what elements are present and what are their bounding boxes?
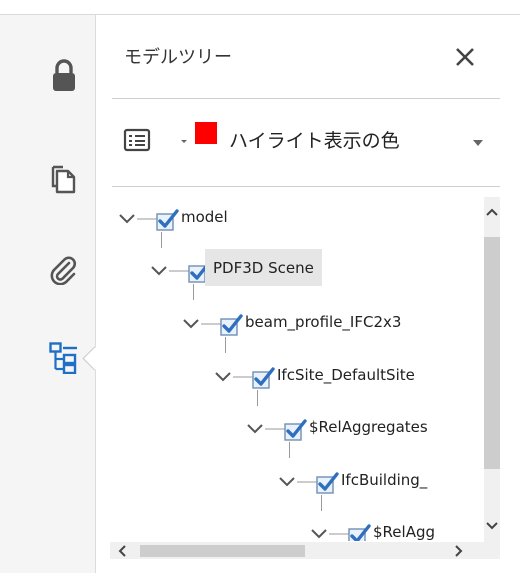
- paperclip-icon: [50, 256, 76, 285]
- lock-button[interactable]: [42, 54, 86, 98]
- highlight-color-label[interactable]: ハイライト表示の色: [229, 126, 400, 153]
- list-options-icon: [123, 128, 187, 152]
- tree-node-label: IfcSite_DefaultSite: [277, 366, 415, 384]
- chevron-down-icon[interactable]: [279, 477, 295, 487]
- tree-node-label: $RelAgg: [373, 523, 435, 541]
- model-tree-icon: [49, 342, 77, 374]
- chevron-down-icon[interactable]: [215, 372, 231, 382]
- vertical-scroll-thumb[interactable]: [484, 237, 500, 469]
- attachments-button[interactable]: [42, 248, 86, 292]
- chevron-down-icon[interactable]: [473, 140, 483, 146]
- highlight-color-swatch[interactable]: [195, 122, 217, 144]
- tree-node-label: beam_profile_IFC2x3: [245, 313, 402, 331]
- tree-options-button[interactable]: [122, 124, 192, 156]
- chevron-down-icon: [181, 140, 187, 143]
- tree-node-label: PDF3D Scene: [205, 249, 322, 286]
- horizontal-scroll-thumb[interactable]: [140, 545, 305, 557]
- scrollbar-corner: [484, 542, 500, 559]
- model-tree-button[interactable]: [42, 336, 86, 380]
- close-icon: [456, 48, 474, 66]
- checkbox-checked-icon[interactable]: [219, 313, 243, 337]
- chevron-down-icon[interactable]: [151, 266, 167, 276]
- header-divider: [112, 98, 500, 99]
- scroll-up-icon[interactable]: [486, 208, 498, 216]
- tree-node-label: $RelAggregates: [309, 418, 428, 436]
- tree-node-label: IfcBuilding_: [341, 471, 428, 489]
- chevron-down-icon[interactable]: [119, 214, 135, 224]
- lock-icon: [53, 59, 75, 91]
- checkbox-checked-icon[interactable]: [155, 208, 179, 232]
- chevron-down-icon[interactable]: [183, 319, 199, 329]
- model-tree: model PDF3D Scene beam_profile_IFC2x3 If…: [105, 196, 485, 541]
- checkbox-checked-icon[interactable]: [347, 523, 371, 541]
- pages-icon: [51, 165, 76, 194]
- rail-divider: [95, 15, 96, 573]
- close-button[interactable]: [452, 44, 478, 70]
- pages-button[interactable]: [42, 158, 86, 202]
- chevron-down-icon[interactable]: [311, 529, 327, 539]
- scroll-right-icon[interactable]: [455, 545, 463, 557]
- toolbar-divider: [112, 186, 500, 187]
- checkbox-checked-icon[interactable]: [251, 366, 275, 390]
- checkbox-checked-icon[interactable]: [315, 471, 339, 495]
- chevron-down-icon[interactable]: [247, 424, 263, 434]
- panel-title: モデルツリー: [124, 47, 232, 68]
- navigation-rail: [0, 15, 95, 573]
- checkbox-checked-icon[interactable]: [283, 418, 307, 442]
- scroll-left-icon[interactable]: [118, 545, 126, 557]
- tree-node-label: model: [181, 208, 228, 226]
- scroll-down-icon[interactable]: [486, 522, 498, 530]
